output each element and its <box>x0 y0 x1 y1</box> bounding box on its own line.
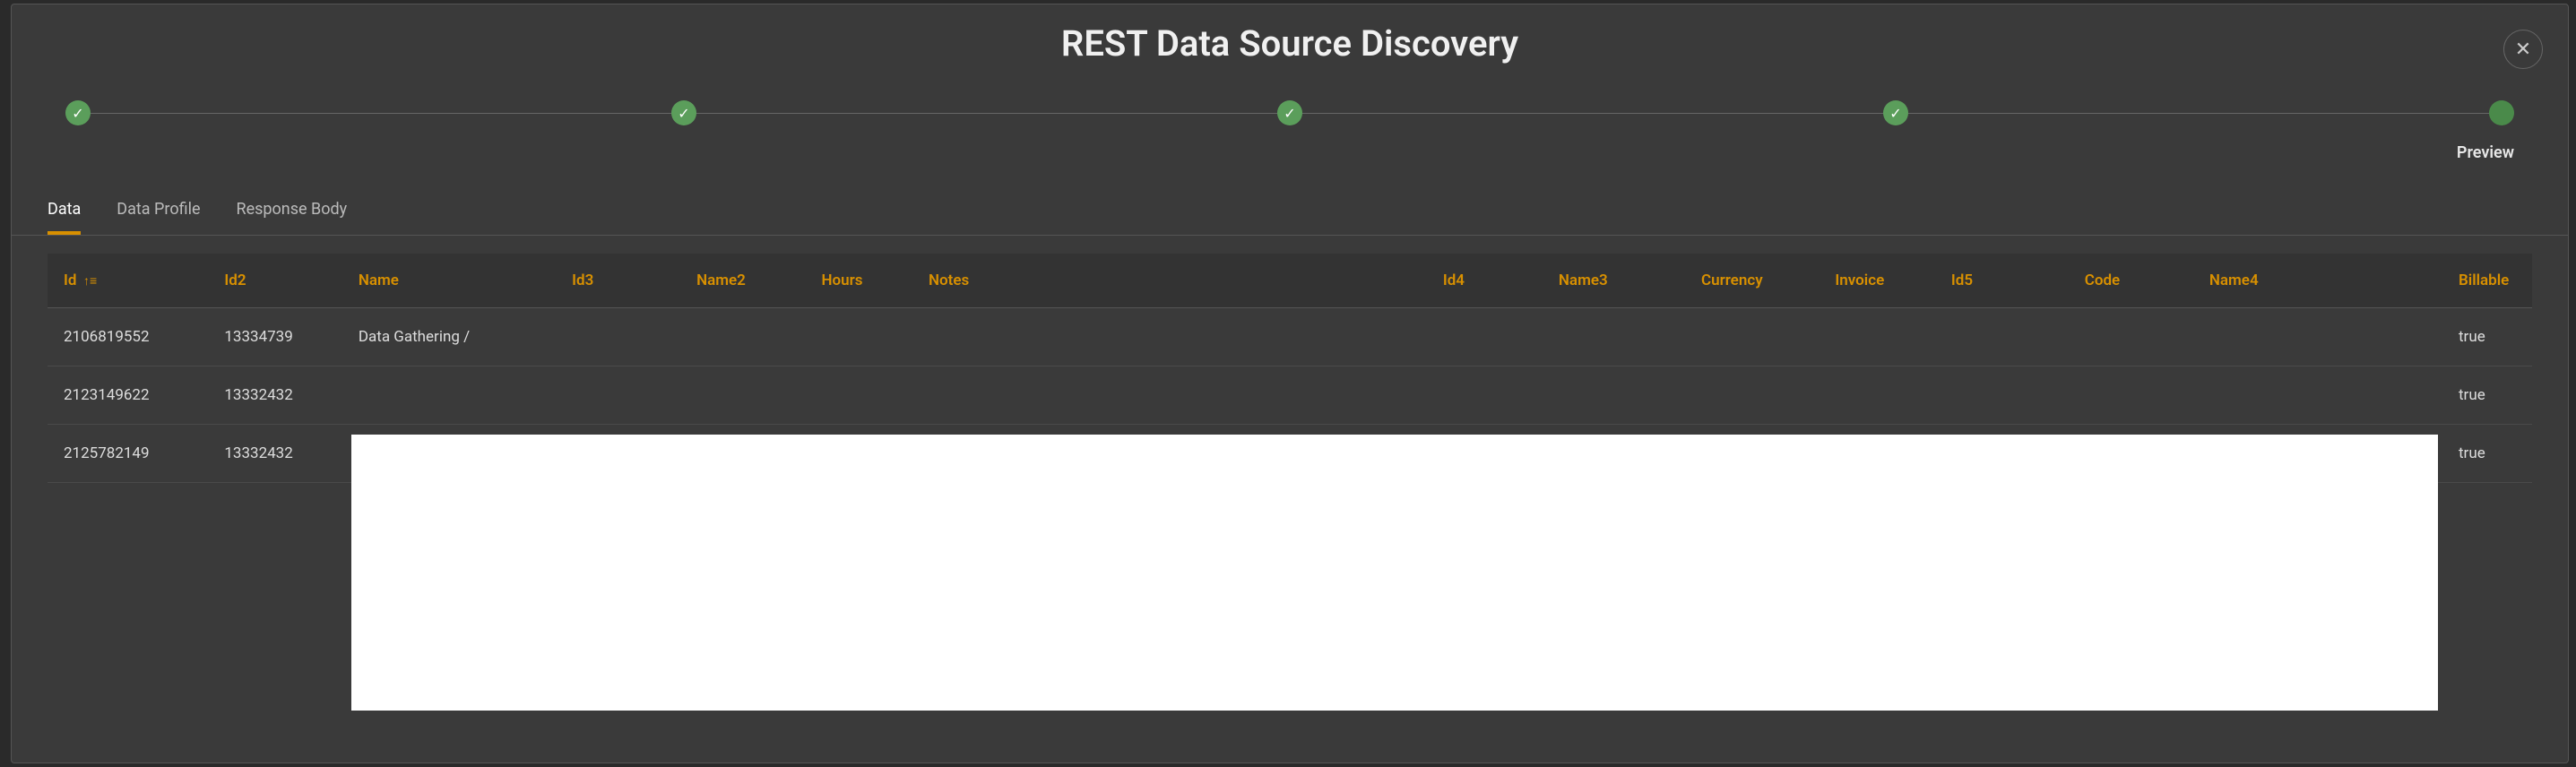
step-line <box>696 113 1277 114</box>
stepper: ✓ ✓ ✓ ✓ <box>12 73 2568 143</box>
cell-hours <box>805 308 912 366</box>
cell-name4 <box>2193 366 2442 425</box>
col-header-code[interactable]: Code <box>2069 254 2193 308</box>
cell-currency <box>1685 366 1819 425</box>
cell-id: 2125782149 <box>48 425 208 483</box>
col-header-invoice[interactable]: Invoice <box>1819 254 1934 308</box>
col-header-id[interactable]: Id ↑≡ <box>48 254 208 308</box>
col-header-id5[interactable]: Id5 <box>1935 254 2069 308</box>
cell-notes <box>912 308 1427 366</box>
col-header-name3[interactable]: Name3 <box>1543 254 1685 308</box>
cell-name <box>342 366 556 425</box>
cell-id5 <box>1935 308 2069 366</box>
sort-asc-icon: ↑≡ <box>80 274 97 289</box>
tabs: Data Data Profile Response Body <box>12 180 2568 236</box>
cell-hours <box>805 366 912 425</box>
cell-invoice <box>1819 308 1934 366</box>
cell-name2 <box>680 308 805 366</box>
cell-id2: 13332432 <box>208 425 342 483</box>
check-icon: ✓ <box>1889 105 1901 122</box>
cell-id: 2106819552 <box>48 308 208 366</box>
cell-id4 <box>1427 366 1543 425</box>
col-header-name2[interactable]: Name2 <box>680 254 805 308</box>
cell-invoice <box>1819 366 1934 425</box>
col-header-name4[interactable]: Name4 <box>2193 254 2442 308</box>
cell-code <box>2069 308 2193 366</box>
cell-id3 <box>556 366 680 425</box>
cell-name2 <box>680 366 805 425</box>
cell-name3 <box>1543 308 1685 366</box>
cell-currency <box>1685 308 1819 366</box>
tab-response-body[interactable]: Response Body <box>237 189 348 235</box>
col-header-currency[interactable]: Currency <box>1685 254 1819 308</box>
step-3-dot[interactable]: ✓ <box>1277 100 1302 125</box>
close-button[interactable]: ✕ <box>2503 30 2543 69</box>
step-line <box>1302 113 1883 114</box>
step-4-dot[interactable]: ✓ <box>1883 100 1908 125</box>
cell-id4 <box>1427 308 1543 366</box>
col-header-name[interactable]: Name <box>342 254 556 308</box>
table-row[interactable]: 212314962213332432 true <box>48 366 2532 425</box>
col-header-billable[interactable]: Billable <box>2442 254 2532 308</box>
step-line <box>1908 113 2489 114</box>
cell-name3 <box>1543 366 1685 425</box>
table-row[interactable]: 210681955213334739Data Gathering / true <box>48 308 2532 366</box>
check-icon: ✓ <box>72 105 83 122</box>
step-5-dot[interactable] <box>2489 100 2514 125</box>
step-2-dot[interactable]: ✓ <box>671 100 696 125</box>
cell-id3 <box>556 308 680 366</box>
cell-code <box>2069 366 2193 425</box>
cell-billable: true <box>2442 425 2532 483</box>
close-icon: ✕ <box>2515 38 2531 61</box>
cell-id2: 13332432 <box>208 366 342 425</box>
cell-name4 <box>2193 308 2442 366</box>
step-labels: Preview <box>12 143 2568 180</box>
cell-id5 <box>1935 366 2069 425</box>
col-header-id4[interactable]: Id4 <box>1427 254 1543 308</box>
cell-id: 2123149622 <box>48 366 208 425</box>
cell-notes <box>912 366 1427 425</box>
tab-data[interactable]: Data <box>48 189 81 235</box>
step-line <box>91 113 671 114</box>
col-header-id2[interactable]: Id2 <box>208 254 342 308</box>
white-overlay <box>351 435 2438 711</box>
cell-billable: true <box>2442 308 2532 366</box>
col-header-notes[interactable]: Notes <box>912 254 1427 308</box>
check-icon: ✓ <box>678 105 689 122</box>
col-header-hours[interactable]: Hours <box>805 254 912 308</box>
table-header-row: Id ↑≡ Id2 Name Id3 Name2 Hours Notes Id4… <box>48 254 2532 308</box>
check-icon: ✓ <box>1284 105 1295 122</box>
cell-id2: 13334739 <box>208 308 342 366</box>
modal-header: REST Data Source Discovery ✕ <box>12 4 2568 73</box>
step-preview-label: Preview <box>2025 143 2514 162</box>
cell-billable: true <box>2442 366 2532 425</box>
step-1-dot[interactable]: ✓ <box>65 100 91 125</box>
modal-title: REST Data Source Discovery <box>12 22 2568 65</box>
cell-name: Data Gathering / <box>342 308 556 366</box>
tab-data-profile[interactable]: Data Profile <box>117 189 200 235</box>
col-header-id3[interactable]: Id3 <box>556 254 680 308</box>
